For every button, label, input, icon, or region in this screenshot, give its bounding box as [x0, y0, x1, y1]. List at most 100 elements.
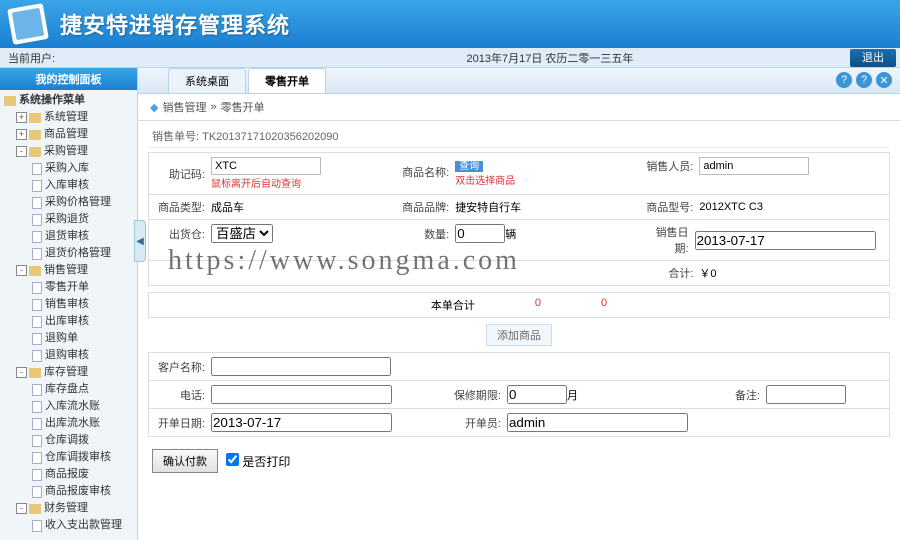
order-number-row: 销售单号: TK20137171020356202090 [148, 125, 890, 148]
operator-label: 开单员: [451, 415, 507, 431]
expand-icon[interactable]: + [16, 129, 27, 140]
mnemonic-label: 助记码: [155, 166, 211, 182]
tree-item[interactable]: 销售审核 [2, 296, 135, 313]
open-date-label: 开单日期: [155, 415, 211, 431]
customer-name-input[interactable] [211, 357, 391, 376]
sidebar-collapse-button[interactable]: ◀ [134, 220, 146, 262]
current-date: 2013年7月17日 农历二零一三五年 [250, 50, 850, 66]
doc-icon [32, 520, 42, 532]
product-name-label: 商品名称: [399, 164, 455, 180]
tab-desktop[interactable]: 系统桌面 [168, 68, 246, 93]
doc-icon [32, 248, 42, 260]
sidebar-header: 我的控制面板 [0, 68, 137, 90]
tree-item[interactable]: 出库流水账 [2, 415, 135, 432]
tree-item[interactable]: 采购入库 [2, 160, 135, 177]
tree-item[interactable]: 入库流水账 [2, 398, 135, 415]
print-checkbox[interactable] [226, 453, 239, 466]
tree-item[interactable]: 退购单 [2, 330, 135, 347]
salesperson-input[interactable] [699, 157, 809, 175]
status-bar: 当前用户: 2013年7月17日 农历二零一三五年 退出 [0, 48, 900, 68]
product-form-group: 助记码: 鼠标离开后自动查询 商品名称: 查询双击选择商品 销售人员: 商品类型… [148, 152, 890, 286]
folder-icon [29, 113, 41, 123]
operator-input[interactable] [507, 413, 688, 432]
tree-item[interactable]: 采购价格管理 [2, 194, 135, 211]
tree-item[interactable]: 零售开单 [2, 279, 135, 296]
tree-group-purchase[interactable]: -采购管理 [2, 143, 135, 160]
doc-icon [32, 469, 42, 481]
help-icon[interactable]: ? [836, 72, 852, 88]
tree-group-product[interactable]: +商品管理 [2, 126, 135, 143]
tree-group-stock[interactable]: -库存管理 [2, 364, 135, 381]
remark-input[interactable] [766, 385, 846, 404]
doc-icon [32, 214, 42, 226]
sale-date-input[interactable] [695, 231, 876, 250]
collapse-icon[interactable]: - [16, 265, 27, 276]
order-number-value: TK20137171020356202090 [202, 131, 338, 143]
doc-icon [32, 316, 42, 328]
doc-icon [32, 299, 42, 311]
tree-item[interactable]: 入库审核 [2, 177, 135, 194]
quantity-input[interactable] [455, 224, 505, 243]
doc-icon [32, 163, 42, 175]
folder-icon [29, 130, 41, 140]
product-type-label: 商品类型: [155, 199, 211, 215]
tree-item[interactable]: 商品报废 [2, 466, 135, 483]
warehouse-select[interactable]: 百盛店 [211, 224, 273, 243]
warranty-input[interactable] [507, 385, 567, 404]
doc-icon [32, 384, 42, 396]
close-tab-icon[interactable]: ✕ [876, 72, 892, 88]
brand-value: 捷安特自行车 [455, 199, 521, 215]
product-search-button[interactable]: 查询 [455, 161, 483, 172]
tree-item[interactable]: 退货价格管理 [2, 245, 135, 262]
mnemonic-hint: 鼠标离开后自动查询 [211, 179, 301, 190]
tree-group-system[interactable]: +系统管理 [2, 109, 135, 126]
tree-item[interactable]: 库存盘点 [2, 381, 135, 398]
tree-item[interactable]: 退购审核 [2, 347, 135, 364]
confirm-payment-button[interactable]: 确认付款 [152, 449, 218, 473]
doc-icon [32, 197, 42, 209]
model-value: 2012XTC C3 [699, 201, 763, 213]
tab-retail-order[interactable]: 零售开单 [248, 68, 326, 93]
collapse-icon[interactable]: - [16, 367, 27, 378]
tree-group-finance[interactable]: -财务管理 [2, 500, 135, 517]
collapse-icon[interactable]: - [16, 146, 27, 157]
doc-icon [32, 282, 42, 294]
tree-item[interactable]: 退货审核 [2, 228, 135, 245]
folder-icon [29, 504, 41, 514]
expand-icon[interactable]: + [16, 112, 27, 123]
customer-name-label: 客户名称: [155, 359, 211, 375]
tree-item[interactable]: 仓库调拨审核 [2, 449, 135, 466]
collapse-icon[interactable]: - [16, 503, 27, 514]
breadcrumb: ◆ 销售管理 » 零售开单 [138, 94, 900, 121]
tree-group-sales[interactable]: -销售管理 [2, 262, 135, 279]
print-checkbox-label[interactable]: 是否打印 [226, 453, 290, 470]
open-date-input[interactable] [211, 413, 392, 432]
subtotal-qty: 0 [535, 297, 541, 313]
doc-icon [32, 180, 42, 192]
sale-date-label: 销售日期: [643, 224, 694, 256]
tree-item[interactable]: 商品报废审核 [2, 483, 135, 500]
brand-label: 商品品牌: [399, 199, 455, 215]
phone-input[interactable] [211, 385, 392, 404]
doc-icon [32, 452, 42, 464]
mnemonic-input[interactable] [211, 157, 321, 175]
info-icon[interactable]: ? [856, 72, 872, 88]
breadcrumb-sep: » [210, 101, 216, 113]
total-value: ￥0 [699, 265, 716, 281]
diamond-icon: ◆ [150, 101, 158, 114]
tree-item[interactable]: 采购退货 [2, 211, 135, 228]
doc-icon [32, 435, 42, 447]
tree-item[interactable]: 收入支出款管理 [2, 517, 135, 534]
model-label: 商品型号: [643, 199, 699, 215]
quantity-unit: 辆 [505, 226, 516, 242]
product-type-value: 成品车 [211, 199, 244, 215]
tree-item[interactable]: 出库审核 [2, 313, 135, 330]
breadcrumb-parent[interactable]: 销售管理 [162, 99, 206, 115]
tree-root[interactable]: 系统操作菜单 [2, 92, 135, 109]
tree-item[interactable]: 仓库调拨 [2, 432, 135, 449]
product-hint: 双击选择商品 [455, 176, 515, 187]
add-product-button[interactable]: 添加商品 [486, 324, 552, 346]
warranty-unit: 月 [567, 387, 578, 403]
sidebar: 我的控制面板 系统操作菜单 +系统管理 +商品管理 -采购管理 采购入库 入库审… [0, 68, 138, 540]
exit-button[interactable]: 退出 [850, 49, 896, 67]
